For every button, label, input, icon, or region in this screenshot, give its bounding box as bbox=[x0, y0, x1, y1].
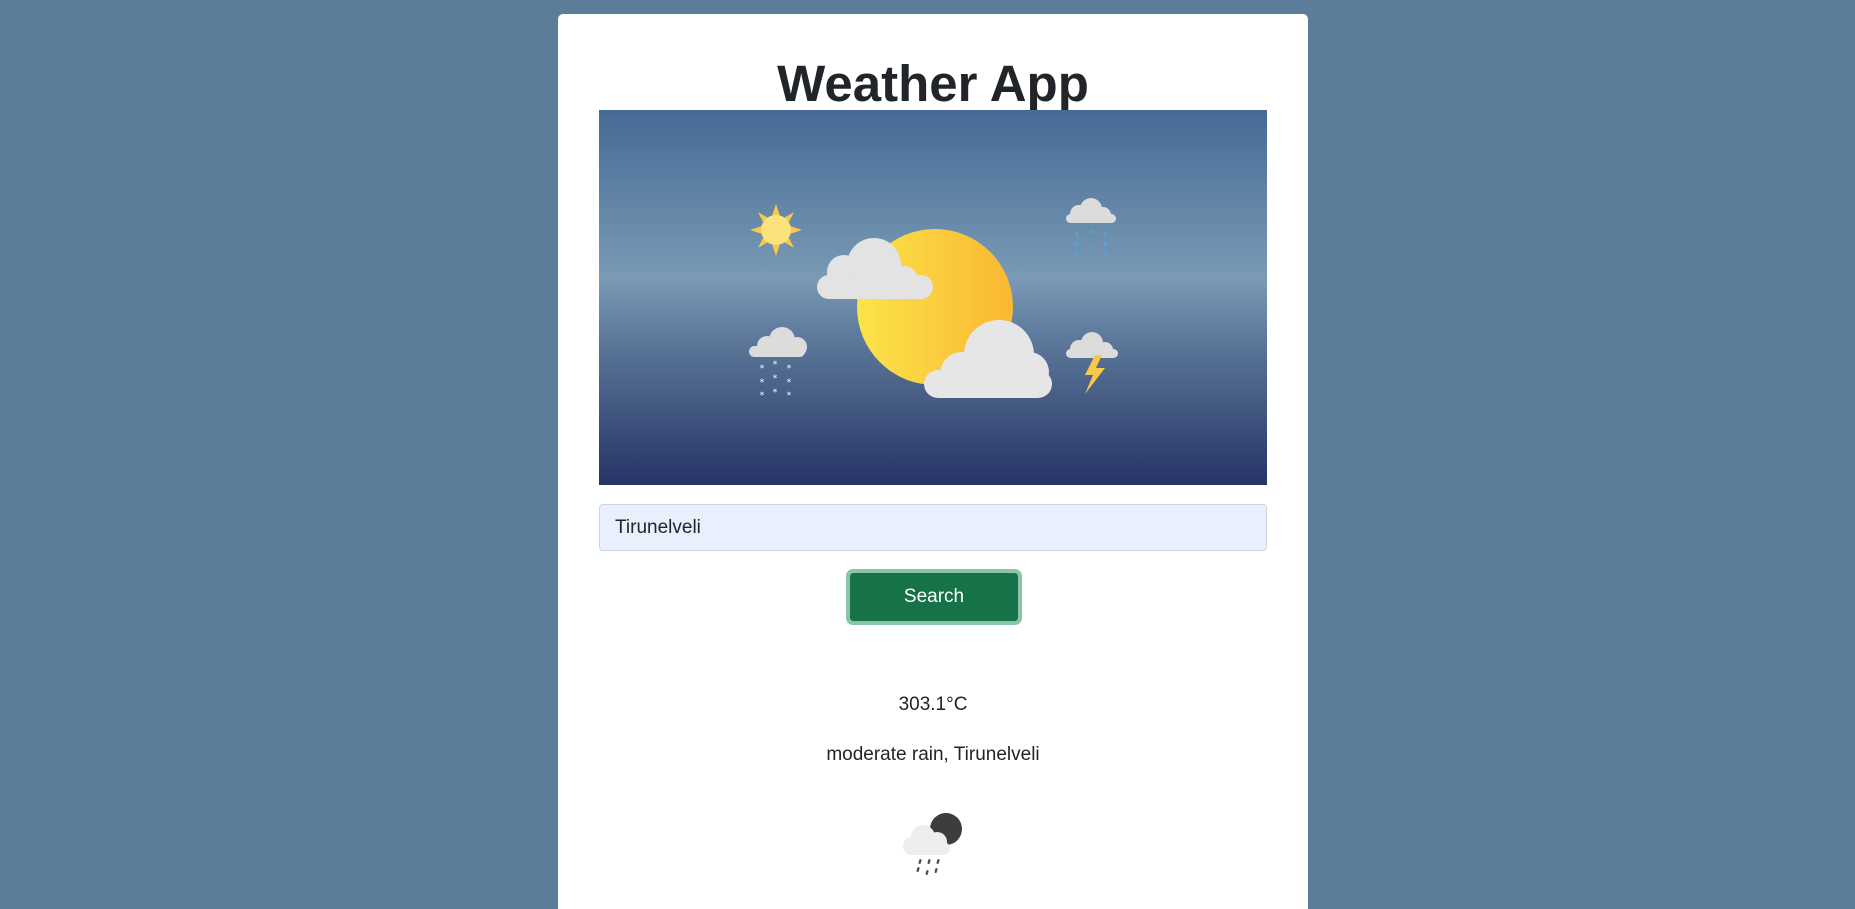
weather-illustration: * * * * * * * * * bbox=[599, 110, 1267, 485]
weather-card: Weather App * * * * * * * * * Tirunelvel… bbox=[558, 14, 1308, 909]
svg-text:*: * bbox=[773, 374, 778, 384]
svg-text:*: * bbox=[760, 391, 765, 401]
night-rain-icon bbox=[897, 806, 969, 878]
search-button[interactable]: Search bbox=[846, 569, 1022, 625]
city-search-input[interactable] bbox=[599, 504, 1267, 551]
svg-text:*: * bbox=[760, 378, 765, 388]
svg-text:*: * bbox=[760, 364, 765, 374]
weather-description: moderate rain, Tirunelveli bbox=[826, 744, 1040, 765]
svg-text:*: * bbox=[787, 364, 792, 374]
temperature-readout: 303.1°C bbox=[898, 694, 968, 715]
page-title: Weather App bbox=[777, 55, 1089, 112]
svg-text:*: * bbox=[773, 360, 778, 370]
svg-text:*: * bbox=[787, 391, 792, 401]
svg-text:*: * bbox=[787, 378, 792, 388]
weather-banner-image: * * * * * * * * * bbox=[599, 110, 1267, 485]
svg-text:*: * bbox=[773, 388, 778, 398]
